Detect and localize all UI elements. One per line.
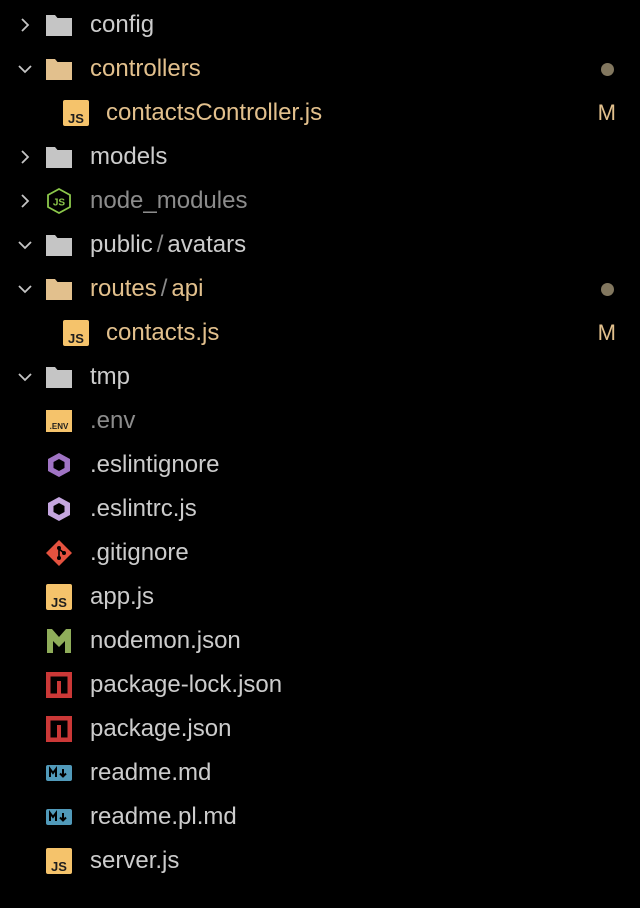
folder-icon xyxy=(45,11,73,39)
path-segment: public xyxy=(90,231,153,258)
tree-item-label: models xyxy=(90,143,168,170)
tree-item-label: routes / api xyxy=(90,267,203,311)
folder-icon xyxy=(45,231,73,259)
nodemon-icon xyxy=(45,627,73,655)
tree-item-label: contacts.js xyxy=(106,319,220,346)
tree-item-readme-md[interactable]: readme.md xyxy=(0,751,640,795)
folder-open-icon xyxy=(45,275,73,303)
js-icon: JS xyxy=(45,583,73,611)
folder-icon xyxy=(45,363,73,391)
tree-item-label: tmp xyxy=(90,363,131,390)
tree-item-gitignore[interactable]: .gitignore xyxy=(0,531,640,575)
chevron-down-icon[interactable] xyxy=(15,235,35,255)
env-icon-text: .ENV xyxy=(50,422,69,431)
tree-item-models[interactable]: models xyxy=(0,135,640,179)
path-segment: api xyxy=(171,275,204,302)
chevron-right-icon[interactable] xyxy=(15,15,35,35)
tree-item-config[interactable]: config xyxy=(0,3,640,47)
git-status-badge: M xyxy=(597,100,616,125)
tree-item-label: .gitignore xyxy=(90,539,189,566)
env-file-icon: .ENV xyxy=(45,407,73,435)
tree-item-public-avatars[interactable]: public / avatars xyxy=(0,223,640,267)
tree-item-label: readme.md xyxy=(90,759,212,786)
chevron-right-icon[interactable] xyxy=(15,147,35,167)
tree-item-app-js[interactable]: JS app.js xyxy=(0,575,640,619)
npm-icon xyxy=(45,671,73,699)
svg-text:JS: JS xyxy=(51,859,67,874)
markdown-icon xyxy=(45,803,73,831)
path-separator: / xyxy=(160,275,168,302)
tree-item-label: app.js xyxy=(90,583,155,610)
git-icon xyxy=(45,539,73,567)
tree-item-package-json[interactable]: package.json xyxy=(0,707,640,751)
tree-item-contacts-js[interactable]: JS contacts.js M xyxy=(0,311,640,355)
tree-item-contactscontroller-js[interactable]: JS contactsController.js M xyxy=(0,91,640,135)
js-icon: JS xyxy=(45,847,73,875)
tree-item-label: readme.pl.md xyxy=(90,803,237,830)
chevron-down-icon[interactable] xyxy=(15,367,35,387)
tree-item-label: config xyxy=(90,11,155,38)
tree-item-label: public / avatars xyxy=(90,223,246,267)
js-icon: JS xyxy=(62,99,90,127)
tree-item-tmp[interactable]: tmp xyxy=(0,355,640,399)
tree-item-label: contactsController.js xyxy=(106,99,323,126)
markdown-icon xyxy=(45,759,73,787)
eslint-icon xyxy=(45,451,73,479)
tree-item-label: nodemon.json xyxy=(90,627,241,654)
tree-item-label: package.json xyxy=(90,715,232,742)
npm-icon xyxy=(45,715,73,743)
tree-item-label: .eslintrc.js xyxy=(90,495,197,522)
path-separator: / xyxy=(156,231,164,258)
tree-item-label: server.js xyxy=(90,847,180,874)
tree-item-package-lock-json[interactable]: package-lock.json xyxy=(0,663,640,707)
chevron-down-icon[interactable] xyxy=(15,279,35,299)
tree-item-eslintrc-js[interactable]: .eslintrc.js xyxy=(0,487,640,531)
tree-item-nodemon-json[interactable]: nodemon.json xyxy=(0,619,640,663)
js-icon: JS xyxy=(62,319,90,347)
svg-text:JS: JS xyxy=(68,331,84,346)
tree-item-eslintignore[interactable]: .eslintignore xyxy=(0,443,640,487)
git-status-badge: M xyxy=(597,320,616,345)
svg-text:JS: JS xyxy=(68,111,84,126)
path-segment: routes xyxy=(90,275,157,302)
tree-item-readme-pl-md[interactable]: readme.pl.md xyxy=(0,795,640,839)
tree-item-label: .eslintignore xyxy=(90,451,220,478)
tree-item-server-js[interactable]: JS server.js xyxy=(0,839,640,883)
folder-icon xyxy=(45,143,73,171)
tree-item-env[interactable]: .ENV .env xyxy=(0,399,640,443)
modified-dot-icon xyxy=(601,283,614,296)
svg-text:JS: JS xyxy=(53,198,66,209)
eslint-icon xyxy=(45,495,73,523)
tree-item-label: package-lock.json xyxy=(90,671,283,698)
tree-item-label: node_modules xyxy=(90,187,248,214)
nodejs-icon: JS xyxy=(45,187,73,215)
chevron-right-icon[interactable] xyxy=(15,191,35,211)
tree-item-label: .env xyxy=(90,407,136,434)
svg-text:JS: JS xyxy=(51,595,67,610)
tree-item-controllers[interactable]: controllers xyxy=(0,47,640,91)
chevron-down-icon[interactable] xyxy=(15,59,35,79)
folder-open-icon xyxy=(45,55,73,83)
tree-item-routes-api[interactable]: routes / api xyxy=(0,267,640,311)
path-segment: avatars xyxy=(167,231,247,258)
file-explorer-tree: config controllers JS contactsController… xyxy=(0,0,640,908)
modified-dot-icon xyxy=(601,63,614,76)
tree-item-label: controllers xyxy=(90,55,201,82)
tree-item-node-modules[interactable]: JS node_modules xyxy=(0,179,640,223)
